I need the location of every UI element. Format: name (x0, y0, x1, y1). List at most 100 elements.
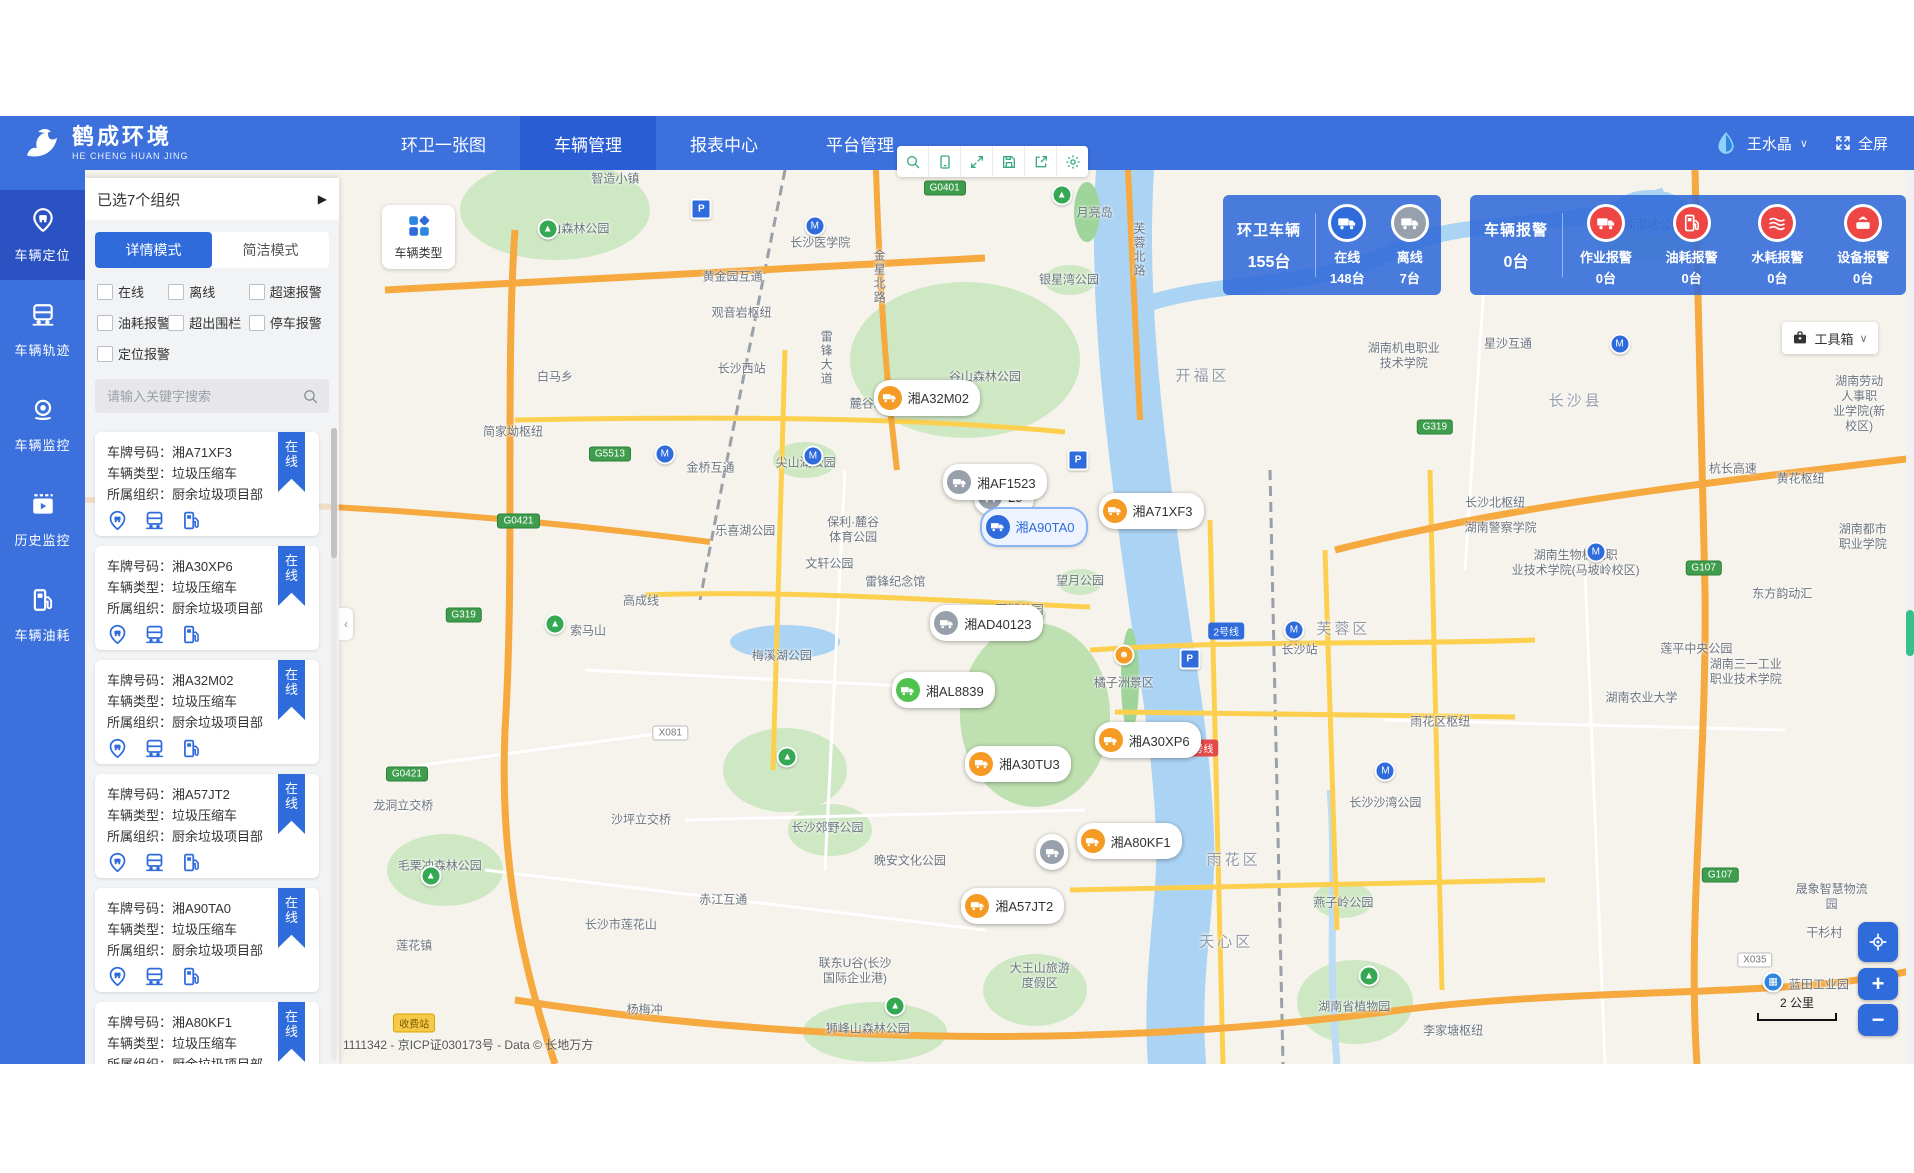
locate-vehicle-icon[interactable] (107, 624, 128, 645)
track-vehicle-icon[interactable] (144, 624, 165, 645)
map-label: 天心区 (1199, 934, 1253, 953)
sidebar-item-5[interactable]: 车辆油耗 (0, 570, 85, 660)
vehicle-card[interactable]: 车牌号码：湘A32M02车辆类型：垃圾压缩车所属组织：厨余垃圾项目部在线 (95, 660, 319, 764)
nav-item-1[interactable]: 环卫一张图 (367, 116, 520, 170)
maptool-tablet-button[interactable] (929, 146, 961, 177)
locate-vehicle-icon[interactable] (107, 510, 128, 531)
vehicle-card[interactable]: 车牌号码：湘A71XF3车辆类型：垃圾压缩车所属组织：厨余垃圾项目部在线 (95, 432, 319, 536)
vehicle-card-list: 车牌号码：湘A71XF3车辆类型：垃圾压缩车所属组织：厨余垃圾项目部在线车牌号码… (85, 424, 339, 1064)
nav-item-3[interactable]: 报表中心 (656, 116, 792, 170)
filter-checkbox-2[interactable]: 离线 (168, 282, 249, 301)
checkbox-box[interactable] (97, 284, 113, 300)
checkbox-box[interactable] (97, 315, 113, 331)
fullscreen-button[interactable]: 全屏 (1834, 133, 1888, 154)
road-badge: G0401 (924, 180, 966, 195)
vehicle-marker[interactable]: 湘A30XP6 (1095, 722, 1201, 758)
vehicle-card[interactable]: 车牌号码：湘A57JT2车辆类型：垃圾压缩车所属组织：厨余垃圾项目部在线 (95, 774, 319, 878)
sidebar-item-3[interactable]: 车辆监控 (0, 380, 85, 470)
card-action-icons (107, 624, 307, 645)
search-input[interactable] (105, 388, 302, 405)
vehicle-marker[interactable]: 湘A32M02 (874, 380, 980, 416)
checkbox-box[interactable] (168, 315, 184, 331)
sidebar-item-1[interactable]: 车辆定位 (0, 190, 85, 280)
page-scrollbar[interactable] (1906, 170, 1914, 1064)
filter-checkbox-5[interactable]: 超出围栏 (168, 313, 249, 332)
checkbox-box[interactable] (249, 315, 265, 331)
search-icon[interactable] (302, 388, 319, 405)
tab-simple-mode[interactable]: 简洁模式 (212, 232, 329, 268)
map-area[interactable]: 智造小镇乌山森林公园长沙医学院黄金园互通月亮岛银星湾公园观音岩枢纽谷山森林公园长… (85, 170, 1914, 1064)
search-box[interactable] (95, 379, 329, 413)
stat-item-离线: 离线7台 (1391, 204, 1429, 287)
vehicle-marker[interactable]: 湘AF1523 (943, 464, 1047, 500)
vehicle-marker[interactable]: 湘AD40123 (930, 605, 1042, 641)
scrollbar-thumb[interactable] (331, 428, 337, 558)
nav-menu: 环卫一张图车辆管理报表中心平台管理 (367, 116, 928, 170)
vehicle-marker[interactable]: 湘A90TA0 (982, 509, 1086, 545)
vehicle-marker[interactable]: 湘A30TU3 (965, 746, 1071, 782)
vehicle-type-button[interactable]: 车辆类型 (382, 205, 455, 269)
maptool-floppy-button[interactable] (993, 146, 1025, 177)
fuel-vehicle-icon[interactable] (181, 966, 202, 987)
truck-icon (986, 515, 1010, 539)
user-menu[interactable]: 王水晶 ∨ (1713, 130, 1808, 156)
locate-vehicle-icon[interactable] (107, 966, 128, 987)
filter-checkbox-7[interactable]: 定位报警 (97, 344, 168, 363)
truck-icon (1103, 499, 1127, 523)
vehicle-marker[interactable]: 湘A71XF3 (1099, 493, 1204, 529)
checkbox-box[interactable] (97, 346, 113, 362)
maptool-expand-button[interactable] (961, 146, 993, 177)
road-badge: G0421 (386, 767, 428, 782)
stat-label: 作业报警 (1580, 247, 1632, 266)
track-vehicle-icon[interactable] (144, 852, 165, 873)
vehicle-plate-label: 车牌号码 (107, 673, 159, 688)
vehicle-marker[interactable]: 湘A80KF1 (1077, 823, 1182, 859)
tab-detail-mode[interactable]: 详情模式 (95, 232, 212, 268)
filter-checkbox-4[interactable]: 油耗报警 (97, 313, 168, 332)
vehicle-marker[interactable]: 湘A57JT2 (961, 888, 1064, 924)
checkbox-box[interactable] (249, 284, 265, 300)
map-attribution: 1111342 - 京ICP证030173号 - Data © 长地万方 (343, 1036, 593, 1053)
page-scrollbar-thumb[interactable] (1906, 610, 1914, 656)
map-label: 芙蓉区 (1316, 621, 1370, 640)
fuel-vehicle-icon[interactable] (181, 852, 202, 873)
vehicle-marker[interactable]: 湘AL8839 (892, 672, 995, 708)
vehicle-card[interactable]: 车牌号码：湘A80KF1车辆类型：垃圾压缩车所属组织：厨余垃圾项目部在线 (95, 1002, 319, 1064)
card-list-scrollbar[interactable] (331, 428, 337, 1060)
device-icon (1844, 204, 1882, 242)
track-vehicle-icon[interactable] (144, 510, 165, 531)
track-vehicle-icon[interactable] (144, 738, 165, 759)
maptool-gear-button[interactable] (1057, 146, 1088, 177)
filter-checkbox-3[interactable]: 超速报警 (249, 282, 327, 301)
fuel-vehicle-icon[interactable] (181, 624, 202, 645)
maptool-share-button[interactable] (1025, 146, 1057, 177)
locate-button[interactable] (1858, 922, 1898, 962)
fuel-vehicle-icon[interactable] (181, 738, 202, 759)
zoom-in-button[interactable]: + (1858, 968, 1898, 1000)
sidebar-item-2[interactable]: 车辆轨迹 (0, 285, 85, 375)
toolbox-icon (1792, 330, 1808, 346)
vehicle-card[interactable]: 车牌号码：湘A30XP6车辆类型：垃圾压缩车所属组织：厨余垃圾项目部在线 (95, 546, 319, 650)
filter-checkbox-1[interactable]: 在线 (97, 282, 168, 301)
marker-plate-label: 湘A30TU3 (999, 754, 1060, 773)
map-label: 李家塘枢纽 (1423, 1023, 1483, 1038)
toolbox-button[interactable]: 工具箱 ∨ (1782, 322, 1878, 354)
maptool-mag-button[interactable] (897, 146, 929, 177)
locate-vehicle-icon[interactable] (107, 738, 128, 759)
sidebar-item-4[interactable]: 历史监控 (0, 475, 85, 565)
fuel-vehicle-icon[interactable] (181, 510, 202, 531)
locate-vehicle-icon[interactable] (107, 852, 128, 873)
vehicle-marker[interactable] (1036, 834, 1068, 870)
card-action-icons (107, 510, 307, 531)
nav-item-2[interactable]: 车辆管理 (520, 116, 656, 170)
checkbox-box[interactable] (168, 284, 184, 300)
toolbox-label: 工具箱 (1814, 329, 1853, 348)
organization-selector[interactable]: 已选7个组织 ▶ (85, 178, 339, 220)
filter-checkbox-6[interactable]: 停车报警 (249, 313, 327, 332)
track-vehicle-icon[interactable] (144, 966, 165, 987)
filter-label: 离线 (189, 282, 215, 301)
zoom-out-button[interactable]: − (1858, 1004, 1898, 1036)
stat-label: 离线 (1397, 247, 1423, 266)
vehicle-card[interactable]: 车牌号码：湘A90TA0车辆类型：垃圾压缩车所属组织：厨余垃圾项目部在线 (95, 888, 319, 992)
panel-collapse-handle[interactable]: ‹ (339, 608, 353, 640)
